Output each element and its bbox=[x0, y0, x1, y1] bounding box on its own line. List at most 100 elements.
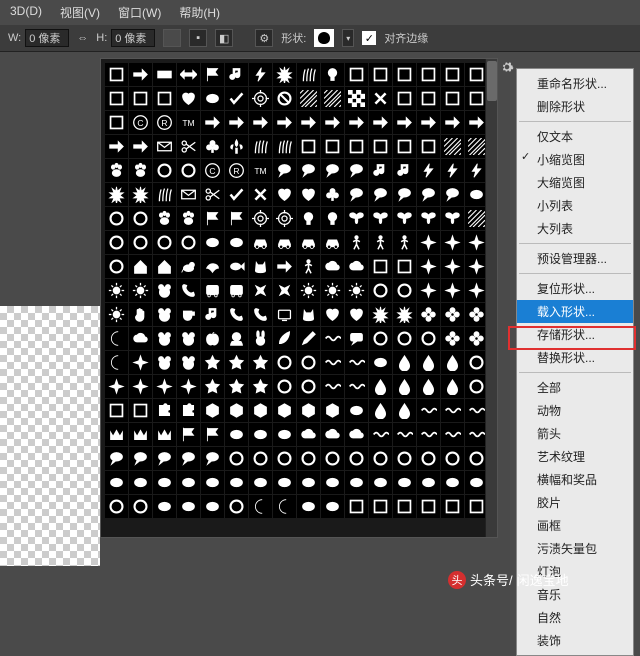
shape-thumb-bolt[interactable] bbox=[249, 63, 272, 86]
shape-thumb-blob[interactable] bbox=[273, 423, 296, 446]
shape-thumb-sq[interactable] bbox=[465, 63, 485, 86]
shape-thumb-fly[interactable] bbox=[393, 207, 416, 230]
shape-thumb-arrR[interactable] bbox=[129, 135, 152, 158]
shape-thumb-bear[interactable] bbox=[153, 303, 176, 326]
shape-thumb-moon[interactable] bbox=[273, 495, 296, 518]
shape-thumb-sq[interactable] bbox=[369, 255, 392, 278]
shape-thumb-bolt[interactable] bbox=[465, 159, 485, 182]
menu-item[interactable]: 大缩览图 bbox=[517, 171, 633, 194]
shape-thumb-sq[interactable] bbox=[441, 87, 464, 110]
shape-thumb-man[interactable] bbox=[297, 255, 320, 278]
shape-thumb-scis[interactable] bbox=[201, 183, 224, 206]
shape-thumb-ring[interactable] bbox=[297, 447, 320, 470]
shape-thumb-ring[interactable] bbox=[393, 327, 416, 350]
shape-thumb-cloud[interactable] bbox=[321, 423, 344, 446]
shape-thumb-wave[interactable] bbox=[321, 327, 344, 350]
shape-thumb-tm[interactable] bbox=[249, 159, 272, 182]
shape-thumb-blob[interactable] bbox=[297, 471, 320, 494]
shape-thumb-blob[interactable] bbox=[105, 471, 128, 494]
shape-thumb-star4[interactable] bbox=[105, 375, 128, 398]
shape-thumb-blob[interactable] bbox=[465, 471, 485, 494]
shape-thumb-bubble[interactable] bbox=[345, 183, 368, 206]
shape-thumb-flower[interactable] bbox=[441, 303, 464, 326]
shape-thumb-blob[interactable] bbox=[465, 183, 485, 206]
shape-thumb-head[interactable] bbox=[225, 327, 248, 350]
shape-thumb-x[interactable] bbox=[369, 87, 392, 110]
shape-thumb-blob[interactable] bbox=[225, 423, 248, 446]
shape-thumb-tv[interactable] bbox=[273, 303, 296, 326]
shape-thumb-blob[interactable] bbox=[201, 87, 224, 110]
shape-thumb-mail[interactable] bbox=[153, 135, 176, 158]
shape-thumb-star4[interactable] bbox=[417, 279, 440, 302]
shape-thumb-cloud[interactable] bbox=[297, 423, 320, 446]
shape-thumb-hex[interactable] bbox=[321, 399, 344, 422]
shape-thumb-sq[interactable] bbox=[393, 255, 416, 278]
shape-thumb-ring[interactable] bbox=[297, 375, 320, 398]
shape-thumb-house[interactable] bbox=[153, 255, 176, 278]
shape-thumb-arrR[interactable] bbox=[321, 111, 344, 134]
shape-thumb-note[interactable] bbox=[225, 63, 248, 86]
shape-thumb-wave[interactable] bbox=[465, 399, 485, 422]
shape-thumb-star4[interactable] bbox=[441, 231, 464, 254]
shape-thumb-target[interactable] bbox=[273, 207, 296, 230]
shape-thumb-sq[interactable] bbox=[321, 135, 344, 158]
shape-thumb-cloud[interactable] bbox=[129, 327, 152, 350]
shape-thumb-ring[interactable] bbox=[225, 447, 248, 470]
shape-thumb-hand[interactable] bbox=[129, 303, 152, 326]
menu-item[interactable]: 存储形状... bbox=[517, 323, 633, 346]
shape-thumb-arrR[interactable] bbox=[345, 111, 368, 134]
shape-thumb-hex[interactable] bbox=[201, 399, 224, 422]
shape-thumb-bubble[interactable] bbox=[345, 159, 368, 182]
shape-thumb-blob[interactable] bbox=[273, 471, 296, 494]
align-icon[interactable]: ▪ bbox=[189, 29, 207, 47]
shape-thumb-wave[interactable] bbox=[321, 375, 344, 398]
shape-thumb-arrR[interactable] bbox=[369, 111, 392, 134]
shape-thumb-sq[interactable] bbox=[105, 63, 128, 86]
shape-thumb-sq[interactable] bbox=[105, 399, 128, 422]
shape-thumb-drop[interactable] bbox=[441, 375, 464, 398]
shape-thumb-blob[interactable] bbox=[177, 495, 200, 518]
shape-thumb-man[interactable] bbox=[345, 231, 368, 254]
shape-thumb-fleur[interactable] bbox=[225, 135, 248, 158]
shape-thumb-bus[interactable] bbox=[201, 279, 224, 302]
shape-thumb-sq[interactable] bbox=[393, 63, 416, 86]
shape-thumb-car[interactable] bbox=[297, 231, 320, 254]
shape-thumb-bulb[interactable] bbox=[321, 63, 344, 86]
shape-preview[interactable] bbox=[314, 29, 334, 47]
shape-thumb-arrR[interactable] bbox=[417, 111, 440, 134]
shape-thumb-ring[interactable] bbox=[105, 207, 128, 230]
shape-thumb-sq[interactable] bbox=[369, 135, 392, 158]
shape-thumb-blob[interactable] bbox=[153, 495, 176, 518]
shape-thumb-ring[interactable] bbox=[177, 231, 200, 254]
shape-thumb-bunny[interactable] bbox=[249, 327, 272, 350]
shape-thumb-mail[interactable] bbox=[177, 183, 200, 206]
shape-thumb-ring[interactable] bbox=[105, 231, 128, 254]
shape-thumb-blob[interactable] bbox=[249, 423, 272, 446]
shape-thumb-flag[interactable] bbox=[177, 423, 200, 446]
shape-thumb-moon[interactable] bbox=[105, 351, 128, 374]
shape-thumb-wave[interactable] bbox=[345, 375, 368, 398]
shape-thumb-wave[interactable] bbox=[345, 351, 368, 374]
shape-thumb-sq[interactable] bbox=[393, 495, 416, 518]
shape-thumb-fly[interactable] bbox=[369, 207, 392, 230]
shape-thumb-arrR[interactable] bbox=[297, 111, 320, 134]
shape-thumb-star4[interactable] bbox=[465, 255, 485, 278]
shape-thumb-ring[interactable] bbox=[393, 279, 416, 302]
shape-thumb-star4[interactable] bbox=[129, 375, 152, 398]
shape-thumb-star[interactable] bbox=[201, 351, 224, 374]
shape-thumb-bubble[interactable] bbox=[369, 183, 392, 206]
shape-thumb-tm[interactable] bbox=[177, 111, 200, 134]
shape-thumb-ring[interactable] bbox=[153, 159, 176, 182]
shape-thumb-ring[interactable] bbox=[465, 351, 485, 374]
shape-thumb-car[interactable] bbox=[249, 231, 272, 254]
shape-thumb-grass[interactable] bbox=[153, 183, 176, 206]
shape-thumb-heart[interactable] bbox=[273, 183, 296, 206]
shape-thumb-sq[interactable] bbox=[393, 87, 416, 110]
shape-thumb-wave[interactable] bbox=[441, 423, 464, 446]
shape-thumb-bolt[interactable] bbox=[441, 159, 464, 182]
menu-window[interactable]: 窗口(W) bbox=[118, 4, 161, 21]
menu-item[interactable]: 胶片 bbox=[517, 491, 633, 514]
shape-thumb-bear[interactable] bbox=[153, 327, 176, 350]
shape-thumb-sq[interactable] bbox=[417, 135, 440, 158]
shape-thumb-bear[interactable] bbox=[177, 351, 200, 374]
